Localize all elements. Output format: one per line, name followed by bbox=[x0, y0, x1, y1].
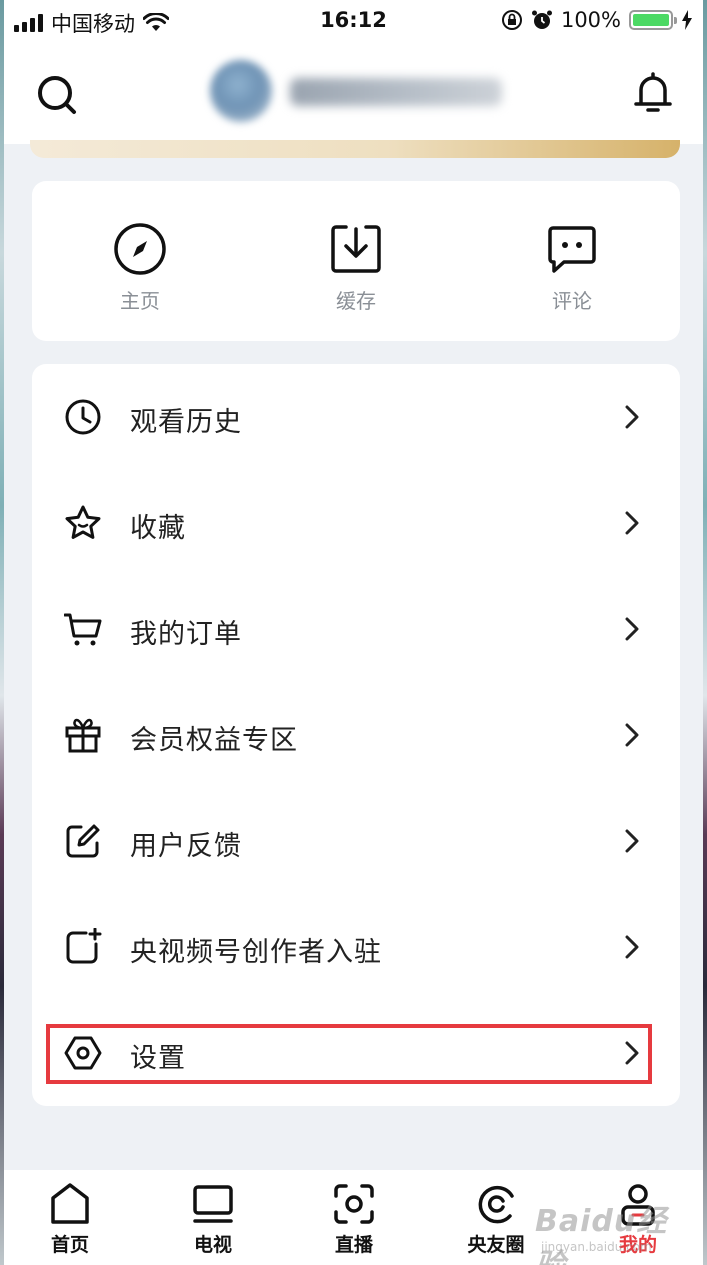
profile-header bbox=[0, 40, 707, 144]
status-right: 100% bbox=[501, 8, 693, 32]
status-bar: 中国移动 16:12 100% bbox=[0, 0, 707, 40]
live-icon bbox=[334, 1184, 374, 1224]
comment-icon bbox=[548, 226, 596, 273]
nav-item-home[interactable]: 首页 bbox=[20, 1182, 120, 1257]
edit-icon bbox=[66, 824, 100, 858]
download-icon bbox=[331, 225, 381, 273]
chevron-right-icon bbox=[625, 723, 639, 747]
menu-item-label: 我的订单 bbox=[130, 619, 242, 650]
quick-actions-card: 主页 缓存 评论 bbox=[32, 181, 680, 341]
search-icon[interactable] bbox=[34, 72, 80, 118]
menu-item-orders[interactable]: 我的订单 bbox=[32, 576, 680, 682]
star-icon bbox=[65, 505, 101, 539]
background-edge-left bbox=[0, 0, 4, 1265]
menu-item-feedback[interactable]: 用户反馈 bbox=[32, 788, 680, 894]
quick-action-label: 缓存 bbox=[336, 289, 376, 313]
nav-label: 电视 bbox=[193, 1234, 232, 1256]
chevron-right-icon bbox=[625, 935, 639, 959]
cart-icon bbox=[64, 613, 102, 646]
alarm-icon bbox=[531, 10, 552, 29]
battery-icon bbox=[629, 10, 677, 30]
nav-item-live[interactable]: 直播 bbox=[304, 1182, 404, 1257]
watermark-main: Baidu经验 bbox=[535, 1204, 668, 1265]
menu-item-watch-history[interactable]: 观看历史 bbox=[32, 364, 680, 470]
quick-action-cache[interactable]: 缓存 bbox=[296, 221, 416, 314]
nav-label: 首页 bbox=[50, 1234, 89, 1256]
gift-icon bbox=[65, 718, 101, 753]
username-blurred[interactable] bbox=[290, 78, 502, 106]
menu-item-creator-signup[interactable]: 央视频号创作者入驻 bbox=[32, 894, 680, 1000]
chevron-right-icon bbox=[625, 617, 639, 641]
chevron-right-icon bbox=[625, 405, 639, 429]
menu-item-favorites[interactable]: 收藏 bbox=[32, 470, 680, 576]
home-icon bbox=[51, 1183, 89, 1224]
battery-percent: 100% bbox=[560, 8, 621, 32]
nav-item-tv[interactable]: 电视 bbox=[163, 1182, 263, 1257]
watermark-sub: jingyan.baidu.com bbox=[541, 1240, 652, 1254]
charging-icon bbox=[682, 10, 692, 30]
background-edge-right bbox=[703, 0, 707, 1265]
clock-icon bbox=[65, 399, 101, 435]
avatar[interactable] bbox=[210, 60, 272, 122]
tv-icon bbox=[193, 1185, 233, 1223]
nav-label: 央友圈 bbox=[467, 1234, 525, 1256]
add-creator-icon bbox=[66, 928, 102, 964]
vip-banner-strip[interactable] bbox=[30, 140, 680, 158]
bell-icon[interactable] bbox=[633, 70, 673, 116]
menu-item-label: 观看历史 bbox=[130, 407, 242, 438]
menu-card: 观看历史 收藏 我的订单 会员权益专区 用户反馈 央视频号创作者入驻 设置 bbox=[32, 364, 680, 1106]
menu-item-member-benefits[interactable]: 会员权益专区 bbox=[32, 682, 680, 788]
orientation-lock-icon bbox=[501, 10, 522, 30]
settings-highlight-box bbox=[46, 1024, 652, 1084]
nav-label: 直播 bbox=[334, 1234, 373, 1256]
baidu-watermark: Baidu经验 jingyan.baidu.com bbox=[535, 1188, 685, 1265]
menu-item-label: 用户反馈 bbox=[130, 831, 242, 862]
quick-action-home[interactable]: 主页 bbox=[80, 221, 200, 314]
menu-item-label: 央视频号创作者入驻 bbox=[130, 937, 382, 968]
chevron-right-icon bbox=[625, 829, 639, 853]
quick-action-label: 主页 bbox=[120, 289, 160, 313]
quick-action-comments[interactable]: 评论 bbox=[512, 221, 632, 314]
circle-icon bbox=[478, 1185, 514, 1224]
quick-action-label: 评论 bbox=[552, 289, 592, 313]
compass-icon bbox=[114, 223, 166, 275]
chevron-right-icon bbox=[625, 511, 639, 535]
nav-item-circle[interactable]: 央友圈 bbox=[446, 1182, 546, 1257]
menu-item-label: 会员权益专区 bbox=[130, 725, 298, 756]
menu-item-label: 收藏 bbox=[130, 513, 186, 544]
